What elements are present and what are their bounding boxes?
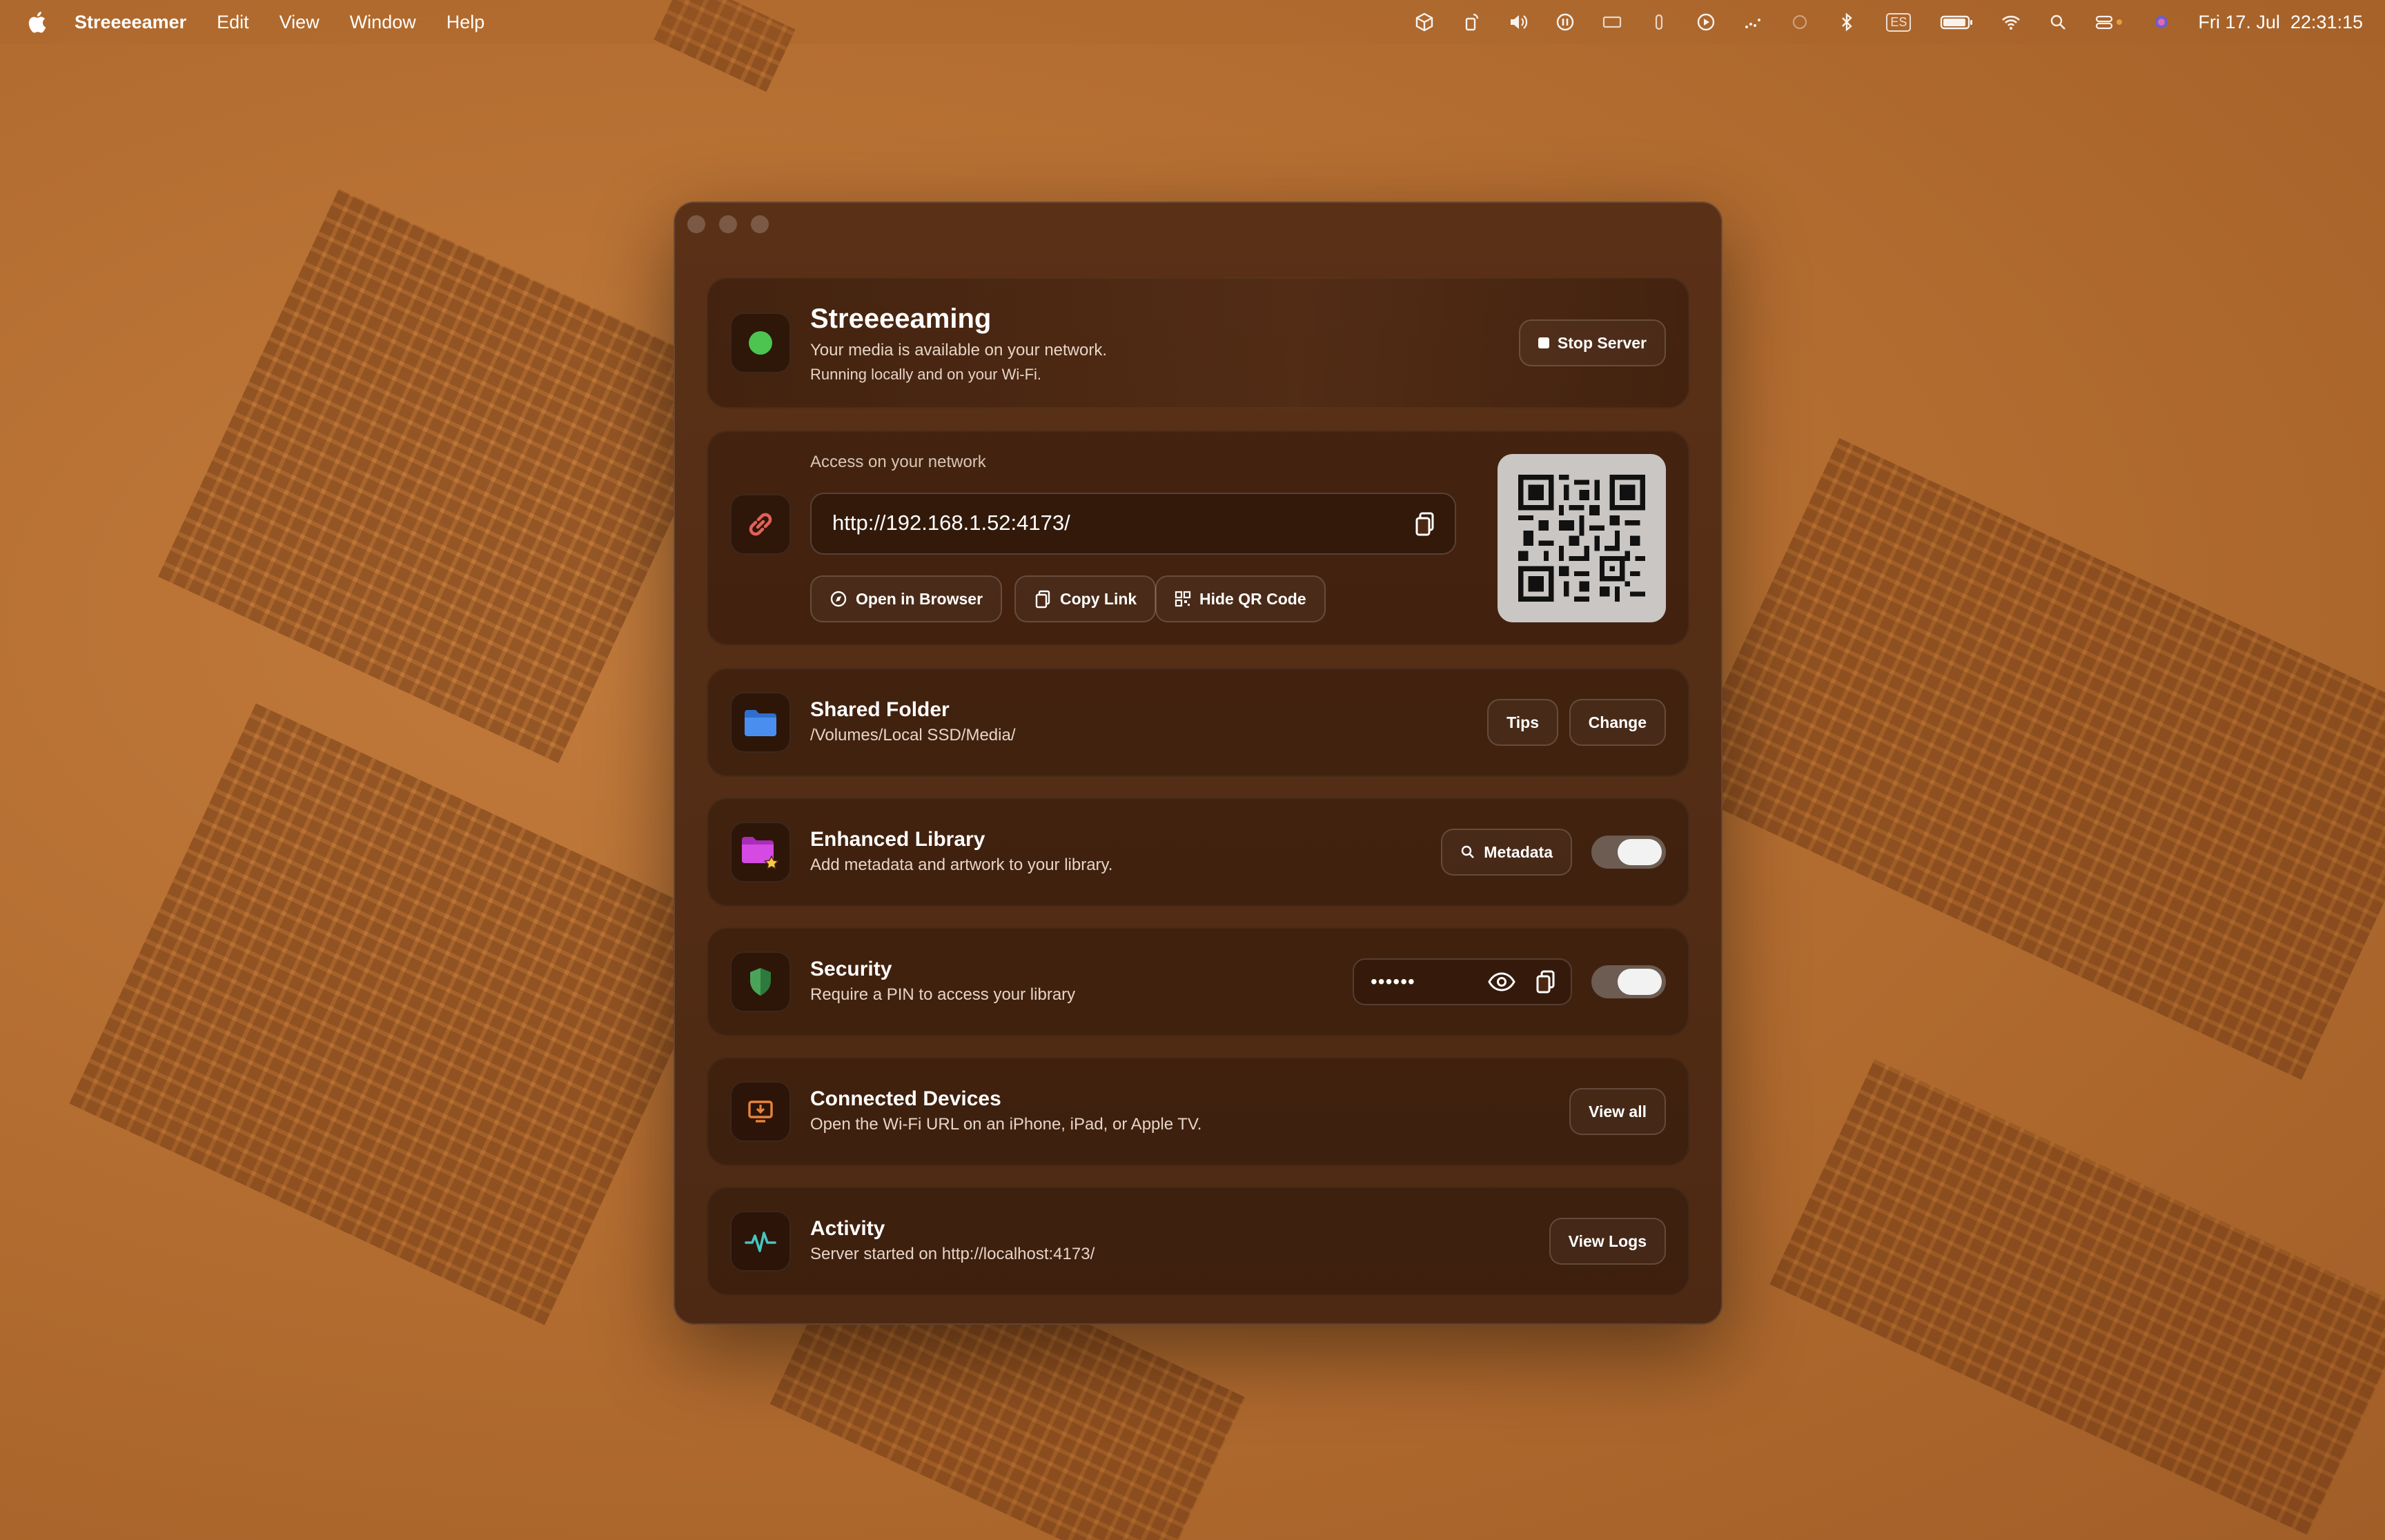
library-icon-box [730, 822, 791, 882]
menubar-clock[interactable]: Fri 17. Jul 22:31:15 [2198, 12, 2363, 33]
app-window: Streeeeaming Your media is available on … [674, 201, 1722, 1325]
tips-label: Tips [1506, 713, 1539, 731]
server-status-title: Streeeeaming [810, 304, 992, 334]
starred-folder-icon [742, 837, 780, 870]
spotlight-search-icon[interactable] [2048, 12, 2068, 32]
control-center-icon[interactable] [2094, 12, 2125, 32]
volume-icon[interactable] [1508, 12, 1529, 32]
view-all-label: View all [1589, 1102, 1647, 1121]
metadata-button[interactable]: Metadata [1441, 829, 1572, 876]
metadata-label: Metadata [1484, 842, 1553, 861]
zoom-button[interactable] [751, 215, 769, 233]
siri-icon[interactable] [2151, 12, 2172, 32]
copy-pin-icon[interactable] [1535, 969, 1557, 999]
connected-devices-card: Connected Devices Open the Wi-Fi URL on … [707, 1057, 1689, 1166]
input-source-icon[interactable]: ES [1883, 12, 1914, 32]
link-icon-box [730, 494, 791, 555]
pause-circle-icon[interactable] [1555, 12, 1576, 32]
activity-title: Activity [810, 1217, 885, 1240]
pin-masked-value: •••••• [1371, 971, 1415, 992]
close-button[interactable] [687, 215, 705, 233]
screen-download-icon [748, 1100, 773, 1123]
menu-bar: Streeeeamer Edit View Window Help ES Fri… [0, 0, 2385, 44]
server-status-line1: Your media is available on your network. [810, 341, 1108, 359]
pulse-icon [745, 1232, 776, 1252]
window-controls [687, 215, 769, 233]
shared-folder-title: Shared Folder [810, 698, 950, 721]
view-logs-button[interactable]: View Logs [1549, 1218, 1666, 1265]
network-label: Access on your network [810, 453, 986, 471]
change-folder-label: Change [1588, 713, 1647, 731]
status-indicator-box [730, 313, 791, 373]
copy-url-icon[interactable] [1413, 511, 1438, 542]
enhanced-library-subtitle: Add metadata and artwork to your library… [810, 856, 1113, 874]
status-bar: ES Fri 17. Jul 22:31:15 [1414, 0, 2363, 44]
connected-devices-subtitle: Open the Wi-Fi URL on an iPhone, iPad, o… [810, 1115, 1202, 1134]
view-all-devices-button[interactable]: View all [1569, 1088, 1666, 1135]
hide-qr-code-label: Hide QR Code [1199, 589, 1306, 608]
pin-field[interactable]: •••••• [1353, 958, 1572, 1005]
security-card: Security Require a PIN to access your li… [707, 927, 1689, 1036]
security-subtitle: Require a PIN to access your library [810, 985, 1076, 1004]
bluetooth-icon[interactable] [1836, 12, 1857, 32]
devices-icon-box [730, 1081, 791, 1142]
qr-code-image [1498, 454, 1666, 622]
stop-server-button[interactable]: Stop Server [1518, 319, 1666, 366]
shield-icon [750, 968, 771, 996]
moon-icon[interactable] [1789, 12, 1810, 32]
activity-subtitle: Server started on http://localhost:4173/ [810, 1245, 1095, 1263]
menu-app-name[interactable]: Streeeeamer [75, 12, 186, 33]
copy-link-label: Copy Link [1060, 589, 1137, 608]
change-folder-button[interactable]: Change [1569, 699, 1666, 746]
enhanced-library-title: Enhanced Library [810, 828, 985, 851]
enhanced-library-toggle[interactable] [1591, 836, 1666, 869]
activity-icon-box [730, 1211, 791, 1272]
cube-icon[interactable] [1414, 12, 1435, 32]
security-title: Security [810, 958, 892, 980]
open-in-browser-label: Open in Browser [856, 589, 983, 608]
enhanced-library-card: Enhanced Library Add metadata and artwor… [707, 798, 1689, 907]
shield-icon-box [730, 951, 791, 1012]
link-icon [749, 513, 772, 536]
copy-icon [1035, 590, 1050, 609]
shared-folder-card: Shared Folder /Volumes/Local SSD/Media/ … [707, 668, 1689, 777]
folder-icon [745, 710, 776, 736]
server-status-line2: Running locally and on your Wi-Fi. [810, 366, 1042, 383]
network-access-card: Access on your network http://192.168.1.… [707, 431, 1689, 646]
server-status-card: Streeeeaming Your media is available on … [707, 277, 1689, 408]
minimize-button[interactable] [719, 215, 737, 233]
apple-menu-icon[interactable] [26, 10, 47, 34]
url-text[interactable]: http://192.168.1.52:4173/ [832, 511, 1070, 535]
keyboard-icon[interactable] [1602, 12, 1622, 32]
folder-icon-box [730, 692, 791, 753]
menu-window[interactable]: Window [350, 12, 416, 33]
view-logs-label: View Logs [1568, 1232, 1647, 1250]
menu-edit[interactable]: Edit [217, 12, 249, 33]
activity-card: Activity Server started on http://localh… [707, 1187, 1689, 1296]
input-source-label: ES [1886, 12, 1912, 32]
tips-button[interactable]: Tips [1487, 699, 1558, 746]
stop-server-label: Stop Server [1557, 333, 1647, 352]
wifi-icon[interactable] [2001, 12, 2021, 32]
eye-icon[interactable] [1488, 972, 1515, 995]
battery-icon[interactable] [1940, 12, 1974, 32]
qr-code-icon [1175, 591, 1191, 607]
open-in-browser-button[interactable]: Open in Browser [810, 575, 1003, 622]
menu-help[interactable]: Help [446, 12, 485, 33]
security-toggle[interactable] [1591, 965, 1666, 998]
play-circle-icon[interactable] [1696, 12, 1716, 32]
remote-icon[interactable] [1461, 12, 1482, 32]
paperclip-icon[interactable] [1649, 12, 1669, 32]
compass-icon [830, 591, 847, 607]
dots-graph-icon[interactable] [1743, 12, 1763, 32]
magnifier-icon [1462, 845, 1475, 858]
stop-square-icon [1538, 337, 1549, 348]
copy-link-button[interactable]: Copy Link [1014, 575, 1157, 622]
hide-qr-code-button[interactable]: Hide QR Code [1155, 575, 1326, 622]
menu-view[interactable]: View [279, 12, 320, 33]
url-field[interactable]: http://192.168.1.52:4173/ [810, 493, 1456, 555]
connected-devices-title: Connected Devices [810, 1087, 1001, 1110]
status-dot-icon [749, 331, 772, 355]
shared-folder-path: /Volumes/Local SSD/Media/ [810, 726, 1016, 744]
